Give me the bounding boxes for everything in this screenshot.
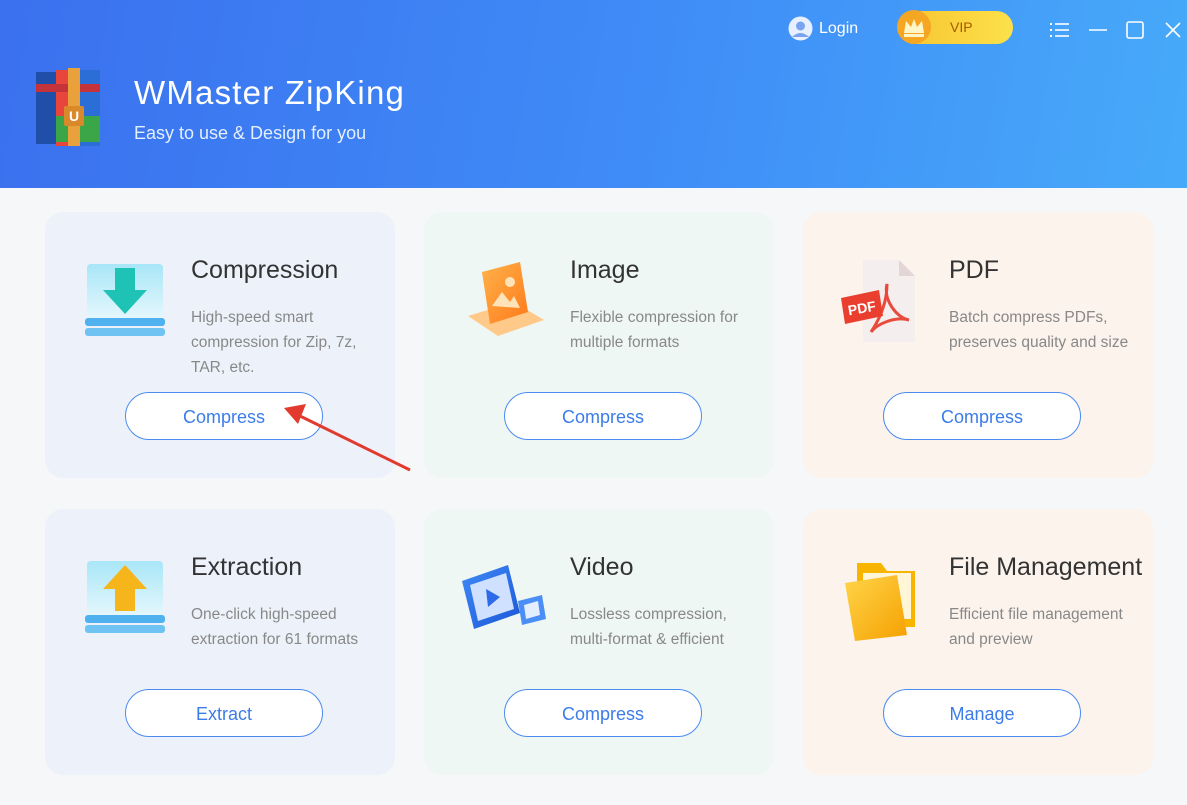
card-video: Video Lossless compression, multi-format… bbox=[424, 509, 774, 775]
pdf-icon: PDF bbox=[841, 260, 915, 342]
minimize-icon[interactable] bbox=[1086, 18, 1110, 42]
card-title: Image bbox=[570, 256, 640, 284]
card-description: Lossless compression, multi-format & eff… bbox=[570, 606, 727, 648]
card-description: One-click high-speed extraction for 61 f… bbox=[191, 606, 359, 648]
compress-button[interactable]: Compress bbox=[504, 392, 702, 440]
app-title: WMaster ZipKing bbox=[134, 74, 406, 111]
compress-button[interactable]: Compress bbox=[504, 689, 702, 737]
vip-label: VIP bbox=[950, 19, 973, 35]
card-description: High-speed smart compression for Zip, 7z… bbox=[191, 309, 357, 376]
zipking-logo-icon: U bbox=[36, 68, 100, 146]
compress-button[interactable]: Compress bbox=[125, 392, 323, 440]
svg-text:U: U bbox=[69, 108, 79, 124]
manage-button[interactable]: Manage bbox=[883, 689, 1081, 737]
login-label: Login bbox=[819, 19, 859, 37]
upload-tray-icon bbox=[85, 561, 165, 633]
app-subtitle: Easy to use & Design for you bbox=[134, 123, 367, 143]
menu-icon[interactable] bbox=[1048, 18, 1072, 42]
card-title: File Management bbox=[949, 553, 1143, 581]
card-description: Batch compress PDFs, preserves quality a… bbox=[949, 309, 1129, 351]
login-button[interactable]: Login bbox=[788, 16, 858, 41]
card-description: Flexible compression for multiple format… bbox=[570, 309, 738, 351]
download-tray-icon bbox=[85, 264, 165, 336]
card-compression: Compression High-speed smart compression… bbox=[45, 212, 395, 478]
image-icon bbox=[468, 262, 544, 336]
user-avatar-icon bbox=[788, 16, 813, 41]
video-icon bbox=[462, 565, 546, 629]
app-header: U WMaster ZipKing Easy to use & Design f… bbox=[0, 0, 1187, 188]
card-title: Compression bbox=[191, 256, 339, 284]
card-image: Image Flexible compression for multiple … bbox=[424, 212, 774, 478]
vip-button[interactable]: VIP bbox=[897, 10, 1013, 44]
crown-icon bbox=[897, 10, 931, 44]
folder-icon bbox=[845, 563, 915, 641]
close-icon[interactable] bbox=[1161, 18, 1185, 42]
card-title: Extraction bbox=[191, 553, 303, 581]
extract-button[interactable]: Extract bbox=[125, 689, 323, 737]
card-extraction: Extraction One-click high-speed extracti… bbox=[45, 509, 395, 775]
card-title: PDF bbox=[949, 256, 999, 284]
compress-button[interactable]: Compress bbox=[883, 392, 1081, 440]
maximize-icon[interactable] bbox=[1123, 18, 1147, 42]
card-description: Efficient file management and preview bbox=[949, 606, 1123, 648]
card-file-management: File Management Efficient file managemen… bbox=[803, 509, 1153, 775]
card-title: Video bbox=[570, 553, 634, 581]
card-pdf: PDF PDF Batch compress PDFs, preserves q… bbox=[803, 212, 1153, 478]
